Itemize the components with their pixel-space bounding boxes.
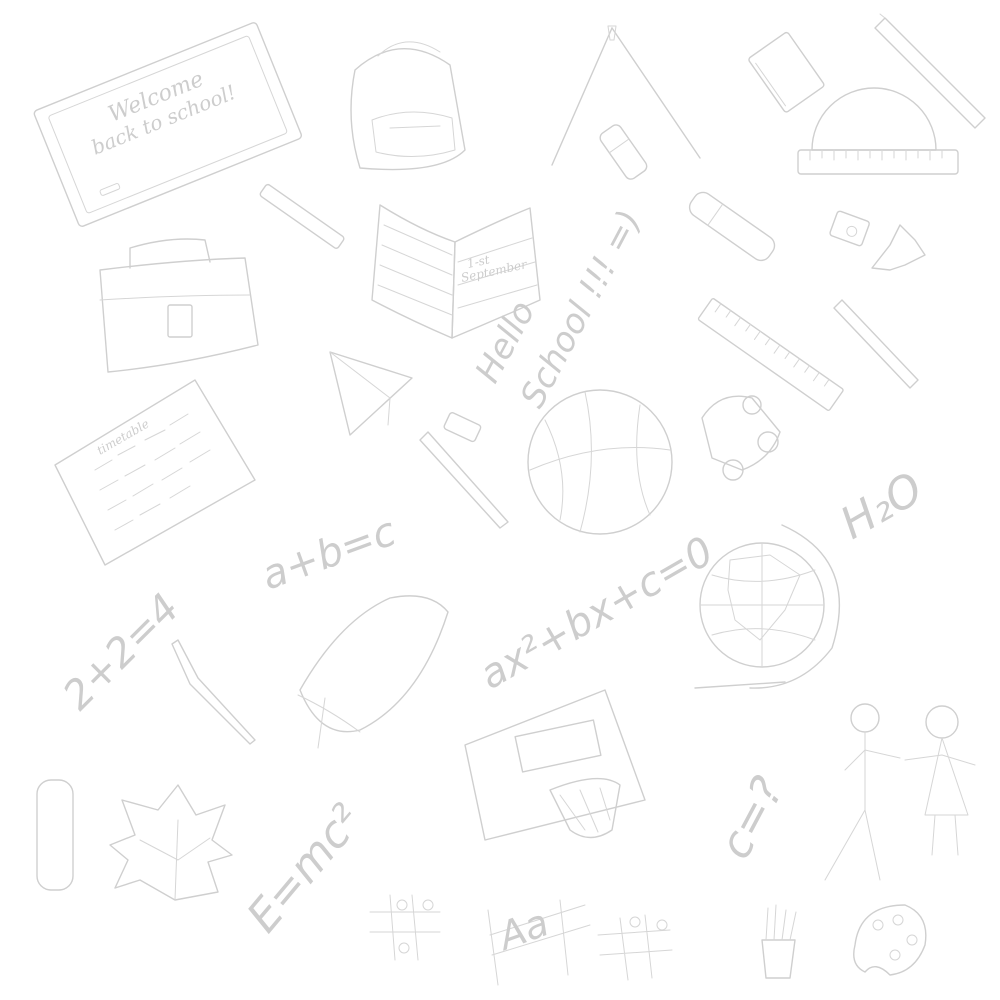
globe-icon xyxy=(694,524,840,689)
pen-icon xyxy=(833,299,919,389)
paintbrush-icon xyxy=(171,639,256,745)
toy-car-icon xyxy=(701,395,781,481)
pencil-middle-icon xyxy=(419,431,509,529)
ruler-icon xyxy=(697,298,844,411)
school-doodle-background: Welcome back to school! 1-st September H… xyxy=(33,13,986,986)
equation-quadratic: ax²+bx+c=0 xyxy=(472,528,721,698)
maple-leaf-icon xyxy=(109,784,233,901)
chalk-stick-icon xyxy=(36,779,74,891)
equation-2plus2: 2+2=4 xyxy=(55,585,189,719)
marker-icon xyxy=(688,191,776,262)
backpack-icon xyxy=(350,41,466,171)
pencil-cup-icon xyxy=(761,904,797,979)
paper-plane-icon xyxy=(329,351,413,436)
letters-aa: Aa xyxy=(490,900,554,959)
equation-abc: a+b=c xyxy=(256,509,402,600)
book-icon xyxy=(297,595,449,749)
tic-tac-toe-icon-2 xyxy=(597,914,673,981)
tic-tac-toe-icon xyxy=(369,894,441,961)
crayon-icon xyxy=(599,124,648,180)
pencil-case-icon xyxy=(464,689,646,841)
chalk-icon xyxy=(259,183,345,249)
children-drawing xyxy=(824,703,976,881)
palette-icon xyxy=(853,904,927,976)
timetable-icon xyxy=(54,379,256,566)
compass-icon xyxy=(551,25,701,166)
briefcase-icon xyxy=(99,238,259,373)
sharpener-icon xyxy=(829,210,870,247)
equation-einstein: E=mc² xyxy=(237,795,372,942)
equation-c-question: c=? xyxy=(710,769,795,867)
timetable-label: timetable xyxy=(95,417,152,458)
water-formula: H₂O xyxy=(832,463,931,550)
basketball-hoop-icon xyxy=(549,777,621,839)
pencil-icon xyxy=(874,13,986,129)
protractor-icon xyxy=(797,87,959,175)
pencil-shavings-icon xyxy=(871,224,926,271)
basketball-icon xyxy=(527,389,673,535)
notebook-icon xyxy=(748,31,825,113)
eraser-icon xyxy=(443,412,482,443)
